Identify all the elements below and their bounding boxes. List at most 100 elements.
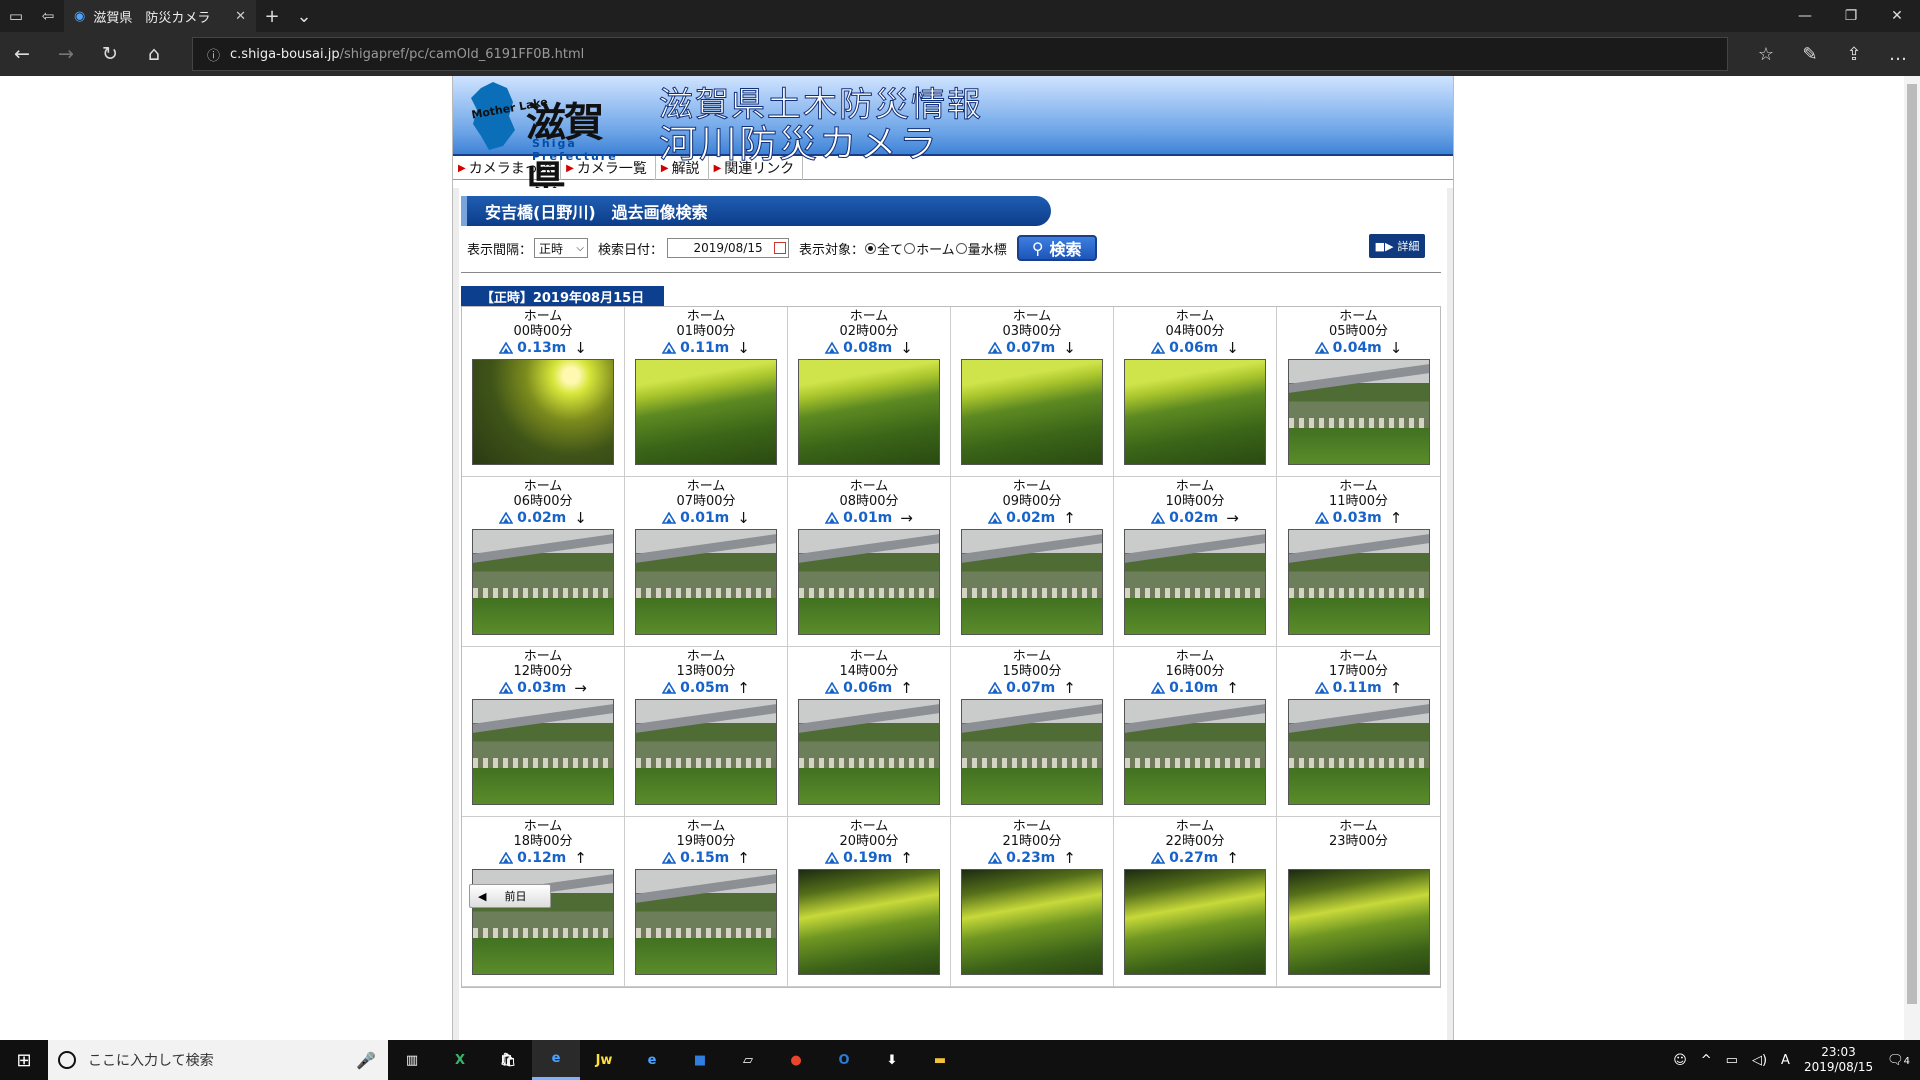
taskbar-search[interactable]: ここに入力して検索 🎤 [48, 1040, 388, 1080]
address-bar[interactable]: ⓘ c.shiga-bousai.jp/shigapref/pc/camOld_… [192, 37, 1728, 71]
calendar-icon[interactable] [774, 242, 787, 254]
people-icon[interactable]: ☺ [1673, 1053, 1687, 1068]
water-level-value: 0.19m [843, 850, 893, 866]
camera-thumbnail[interactable] [635, 699, 777, 805]
camera-thumbnail[interactable] [1124, 529, 1266, 635]
app-blue-icon[interactable]: ■ [676, 1040, 724, 1080]
volume-icon[interactable]: ◁) [1752, 1053, 1767, 1068]
prev-day-button[interactable]: ◀ 前日 [469, 884, 551, 908]
clock[interactable]: 23:03 2019/08/15 [1804, 1045, 1873, 1075]
tab-close-icon[interactable]: ✕ [235, 9, 246, 24]
water-gauge-icon [499, 512, 514, 524]
radio-home[interactable] [904, 242, 916, 254]
water-gauge-icon [1314, 682, 1329, 694]
capture-time: 23時00分 [1328, 834, 1389, 849]
excel-icon[interactable]: X [436, 1040, 484, 1080]
notification-icon[interactable]: 🗨4 [1887, 1053, 1910, 1068]
camera-name: ホーム [1175, 479, 1215, 494]
water-level: 0.01m → [825, 509, 913, 527]
tray-chevron-icon[interactable]: ^ [1701, 1053, 1712, 1068]
system-tray: ☺ ^ ▭ ◁) A 23:03 2019/08/15 🗨4 [1673, 1045, 1920, 1075]
camera-thumbnail[interactable] [472, 529, 614, 635]
camera-thumbnail[interactable] [635, 869, 777, 975]
camera-thumbnail[interactable] [1287, 359, 1430, 465]
outlook-icon[interactable]: O [820, 1040, 868, 1080]
capture-time: 09時00分 [1002, 494, 1062, 509]
ime-indicator[interactable]: A [1781, 1053, 1790, 1068]
tab-active[interactable]: ◉ 滋賀県 防災カメラ ✕ [64, 0, 256, 32]
interval-label: 表示間隔： [467, 242, 533, 258]
new-tab-icon[interactable]: + [256, 0, 288, 32]
camera-thumbnail[interactable] [472, 699, 614, 805]
app-red-icon[interactable]: ● [772, 1040, 820, 1080]
camera-thumbnail[interactable] [798, 869, 940, 975]
notepad-icon[interactable]: ▱ [724, 1040, 772, 1080]
set-aside-tabs-icon[interactable]: ⇦ [32, 0, 64, 32]
ie-icon[interactable]: e [628, 1040, 676, 1080]
camera-thumbnail[interactable] [1124, 359, 1266, 465]
jww-icon[interactable]: Jw [580, 1040, 628, 1080]
camera-cell: ホーム 11時00分 0.03m ↑ [1277, 477, 1440, 647]
camera-thumbnail[interactable] [1124, 869, 1266, 975]
camera-thumbnail[interactable] [798, 699, 940, 805]
date-input[interactable]: 2019/08/15 [667, 238, 790, 258]
camera-cell: ホーム 22時00分 0.27m ↑ [1114, 817, 1277, 987]
close-window-icon[interactable]: ✕ [1874, 0, 1920, 32]
camera-thumbnail[interactable] [472, 359, 614, 465]
refresh-icon[interactable]: ↻ [88, 32, 132, 76]
camera-cell: ホーム 06時00分 0.02m ↓ [462, 477, 625, 647]
store-icon[interactable]: 🛍 [484, 1040, 532, 1080]
camera-thumbnail[interactable] [1287, 699, 1430, 805]
camera-thumbnail[interactable] [961, 869, 1103, 975]
prefecture-logo[interactable]: Mother Lake 滋賀県 Shiga Prefecture [463, 80, 633, 204]
tab-preview-icon[interactable]: ▭ [0, 0, 32, 32]
search-button[interactable]: ⚲ 検索 [1016, 235, 1097, 261]
more-icon[interactable]: … [1876, 32, 1920, 76]
water-gauge-icon [988, 682, 1003, 694]
trend-arrow-icon: ↓ [737, 509, 750, 527]
camera-thumbnail[interactable] [961, 529, 1103, 635]
favorites-icon[interactable]: ☆ [1744, 32, 1788, 76]
camera-thumbnail[interactable] [798, 359, 940, 465]
camera-thumbnail[interactable] [635, 529, 777, 635]
trend-arrow-icon: ↑ [737, 849, 750, 867]
water-level: 0.13m ↓ [499, 339, 587, 357]
camera-thumbnail[interactable] [1124, 699, 1266, 805]
pen-icon[interactable]: ✎ [1788, 32, 1832, 76]
restore-icon[interactable]: ❐ [1828, 0, 1874, 32]
camera-cell: ホーム 20時00分 0.19m ↑ [788, 817, 951, 987]
site-info-icon[interactable]: ⓘ [207, 45, 220, 64]
share-icon[interactable]: ⇪ [1832, 32, 1876, 76]
camera-thumbnail[interactable] [961, 359, 1103, 465]
trend-arrow-icon: ↑ [574, 849, 587, 867]
scrollbar-thumb[interactable] [1907, 84, 1917, 1004]
explorer-icon[interactable]: ▬ [916, 1040, 964, 1080]
camera-name: ホーム [1339, 819, 1378, 834]
camera-thumbnail[interactable] [961, 699, 1103, 805]
task-view-icon[interactable]: ▥ [388, 1040, 436, 1080]
page-scrollbar[interactable] [1904, 76, 1920, 1040]
edge-icon[interactable]: e [532, 1040, 580, 1080]
forward-icon[interactable]: → [44, 32, 88, 76]
water-gauge-icon [1314, 512, 1329, 524]
camera-name: ホーム [686, 819, 726, 834]
tab-list-chevron-icon[interactable]: ⌄ [288, 0, 320, 32]
app-install-icon[interactable]: ⬇ [868, 1040, 916, 1080]
microphone-icon[interactable]: 🎤 [356, 1051, 376, 1070]
water-level-value: 0.03m [1332, 510, 1382, 526]
camera-thumbnail[interactable] [1287, 529, 1430, 635]
camera-thumbnail[interactable] [798, 529, 940, 635]
camera-thumbnail[interactable] [1287, 869, 1430, 975]
camera-thumbnail[interactable] [635, 359, 777, 465]
water-level: 0.01m ↓ [662, 509, 750, 527]
date-heading: 【正時】2019年08月15日 [461, 286, 664, 306]
interval-select[interactable]: 正時 ⌵ [534, 238, 589, 258]
network-icon[interactable]: ▭ [1726, 1053, 1738, 1068]
detail-button[interactable]: ■▶ 詳細 [1369, 234, 1425, 258]
radio-all[interactable] [865, 242, 877, 254]
back-icon[interactable]: ← [0, 32, 44, 76]
windows-start-icon[interactable]: ⊞ [0, 1040, 48, 1080]
minimize-icon[interactable]: — [1782, 0, 1828, 32]
home-icon[interactable]: ⌂ [132, 32, 176, 76]
radio-gauge[interactable] [955, 242, 967, 254]
